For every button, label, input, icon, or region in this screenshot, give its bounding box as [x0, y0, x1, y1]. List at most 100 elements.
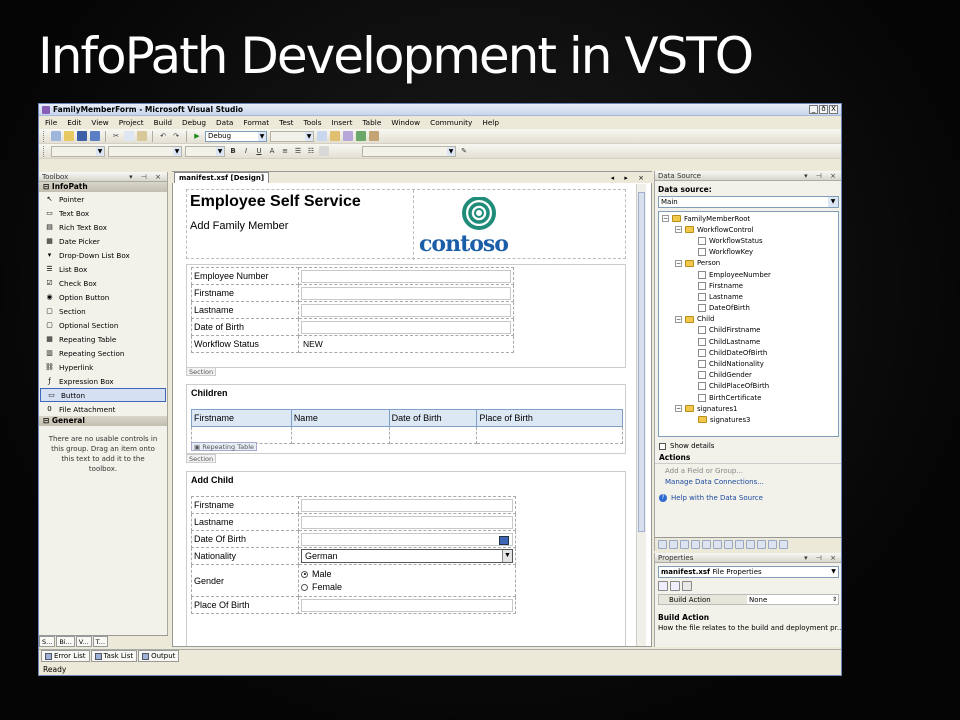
toolbox-item-option-button[interactable]: ◉ Option Button — [39, 290, 167, 304]
manage-data-connections-link[interactable]: Manage Data Connections... — [655, 475, 841, 486]
alphabetical-icon[interactable] — [670, 581, 680, 591]
open-file-icon[interactable] — [64, 131, 74, 141]
toolbox-item-check-box[interactable]: ☑ Check Box — [39, 276, 167, 290]
find-icon[interactable] — [317, 131, 327, 141]
numbering-icon[interactable]: ☷ — [306, 146, 316, 156]
toolbox-item-section[interactable]: ▢ Section — [39, 304, 167, 318]
gender-female-radio[interactable]: Female — [301, 581, 513, 594]
cut-icon[interactable]: ✂ — [111, 131, 121, 141]
design-tasks-icon[interactable] — [658, 540, 667, 549]
panel-pin-close-icon[interactable]: ▾ ⊣ × — [804, 171, 839, 181]
date-of-birth-input[interactable] — [301, 320, 511, 334]
solution-platform-select[interactable]: ▼ — [270, 130, 314, 142]
toolbar-grip[interactable] — [43, 130, 46, 142]
toolbox-item-repeating-table[interactable]: ▦ Repeating Table — [39, 332, 167, 346]
toolbox-item-repeating-section[interactable]: ▥ Repeating Section — [39, 346, 167, 360]
tab-output[interactable]: Output — [138, 650, 180, 662]
themes-icon[interactable] — [724, 540, 733, 549]
redo-icon[interactable]: ↷ — [171, 131, 181, 141]
fonts-icon[interactable] — [735, 540, 744, 549]
toolbox-item-file-attachment[interactable]: 0 File Attachment — [39, 402, 167, 416]
tab-views[interactable]: V... — [75, 636, 92, 647]
style-select[interactable]: ▼ — [51, 145, 105, 157]
start-debugging-icon[interactable]: ▶ — [192, 131, 202, 141]
collapse-icon[interactable]: − — [662, 215, 669, 223]
child-name-cell[interactable] — [290, 426, 390, 444]
undo-icon[interactable]: ↶ — [158, 131, 168, 141]
tab-manifest-design[interactable]: manifest.xsf [Design] — [174, 172, 270, 183]
nationality-dropdown[interactable]: German ▼ — [301, 549, 513, 563]
spinner-icon[interactable]: ⇕ — [832, 595, 837, 605]
properties-window-icon[interactable] — [343, 131, 353, 141]
toolbox-item-expression-box[interactable]: ƒ Expression Box — [39, 374, 167, 388]
child-place-cell[interactable] — [476, 426, 623, 444]
scrollbar-thumb[interactable] — [638, 192, 645, 532]
menu-item-build[interactable]: Build — [154, 118, 172, 127]
child-dob-datepicker[interactable] — [301, 532, 513, 546]
tab-task-list[interactable]: Task List — [90, 650, 138, 662]
child-lastname-input[interactable] — [301, 515, 513, 529]
menu-item-insert[interactable]: Insert — [332, 118, 353, 127]
logic-icon[interactable] — [757, 540, 766, 549]
tree-node-childdateofbirth[interactable]: ChildDateOfBirth — [659, 347, 838, 358]
menu-item-help[interactable]: Help — [482, 118, 499, 127]
minimize-button[interactable]: _ — [809, 105, 818, 114]
toolbox-item-text-box[interactable]: ▭ Text Box — [39, 206, 167, 220]
toolbox-item-drop-down-list-box[interactable]: ▾ Drop-Down List Box — [39, 248, 167, 262]
tree-node-familymemberroot[interactable]: − FamilyMemberRoot — [659, 213, 838, 224]
digital-signature-icon[interactable] — [779, 540, 788, 549]
tree-node-childgender[interactable]: ChildGender — [659, 370, 838, 381]
workflow-status-input[interactable]: NEW — [301, 337, 511, 351]
layout-icon[interactable] — [669, 540, 678, 549]
panel-pin-close-icon[interactable]: ▾ ⊣ × — [129, 172, 164, 182]
paste-icon[interactable] — [137, 131, 147, 141]
tree-node-workflowcontrol[interactable]: − WorkflowControl — [659, 224, 838, 235]
object-browser-icon[interactable] — [356, 131, 366, 141]
tree-node-workflowstatus[interactable]: WorkflowStatus — [659, 235, 838, 246]
data-source-help-link[interactable]: ? Help with the Data Source — [655, 486, 841, 502]
toolbox-section-infopath[interactable]: ⊟ InfoPath — [39, 182, 167, 192]
toolbox-item-date-picker[interactable]: ▦ Date Picker — [39, 234, 167, 248]
copy-icon[interactable] — [124, 131, 134, 141]
tree-node-childnationality[interactable]: ChildNationality — [659, 358, 838, 369]
tree-node-signatures3[interactable]: signatures3 — [659, 414, 838, 425]
format-painter-icon[interactable]: ✎ — [459, 146, 469, 156]
tree-node-lastname[interactable]: Lastname — [659, 291, 838, 302]
font-color-icon[interactable]: A — [267, 146, 277, 156]
data-source-select[interactable]: Main ▼ — [658, 196, 839, 208]
panel-pin-close-icon[interactable]: ▾ ⊣ × — [804, 553, 839, 563]
data-source-icon[interactable] — [691, 540, 700, 549]
property-row-build-action[interactable]: Build Action None ⇕ — [658, 594, 839, 605]
toolbox-item-list-box[interactable]: ☰ List Box — [39, 262, 167, 276]
firstname-input[interactable] — [301, 286, 511, 300]
collapse-icon[interactable]: − — [675, 226, 682, 234]
toolbar-grip[interactable] — [43, 145, 46, 157]
tree-node-workflowkey[interactable]: WorkflowKey — [659, 247, 838, 258]
tree-node-signatures1[interactable]: − signatures1 — [659, 403, 838, 414]
menu-item-file[interactable]: File — [45, 118, 57, 127]
font-size-select[interactable]: ▼ — [185, 145, 225, 157]
solution-explorer-icon[interactable] — [330, 131, 340, 141]
children-repeating-table[interactable]: Firstname Name Date of Birth Place of Birth — [191, 409, 623, 444]
menu-item-edit[interactable]: Edit — [67, 118, 81, 127]
employee-number-input[interactable] — [301, 269, 511, 283]
borders-icon[interactable] — [319, 146, 329, 156]
child-firstname-input[interactable] — [301, 498, 513, 512]
restore-button[interactable]: ð — [819, 105, 828, 114]
child-dob-cell[interactable] — [388, 426, 478, 444]
controls-icon[interactable] — [680, 540, 689, 549]
toolbox-item-hyperlink[interactable]: ⛓ Hyperlink — [39, 360, 167, 374]
menu-item-community[interactable]: Community — [430, 118, 472, 127]
new-project-icon[interactable] — [51, 131, 61, 141]
spelling-icon[interactable] — [768, 540, 777, 549]
menu-item-test[interactable]: Test — [279, 118, 293, 127]
views-icon[interactable] — [702, 540, 711, 549]
calendar-icon[interactable] — [499, 535, 509, 545]
show-details-checkbox[interactable]: Show details — [655, 437, 841, 452]
tree-node-child[interactable]: − Child — [659, 314, 838, 325]
tree-node-dateofbirth[interactable]: DateOfBirth — [659, 303, 838, 314]
layout-select[interactable]: ▼ — [362, 145, 456, 157]
collapse-icon[interactable]: − — [675, 405, 682, 413]
gender-male-radio[interactable]: Male — [301, 568, 513, 581]
italic-icon[interactable]: I — [241, 146, 251, 156]
